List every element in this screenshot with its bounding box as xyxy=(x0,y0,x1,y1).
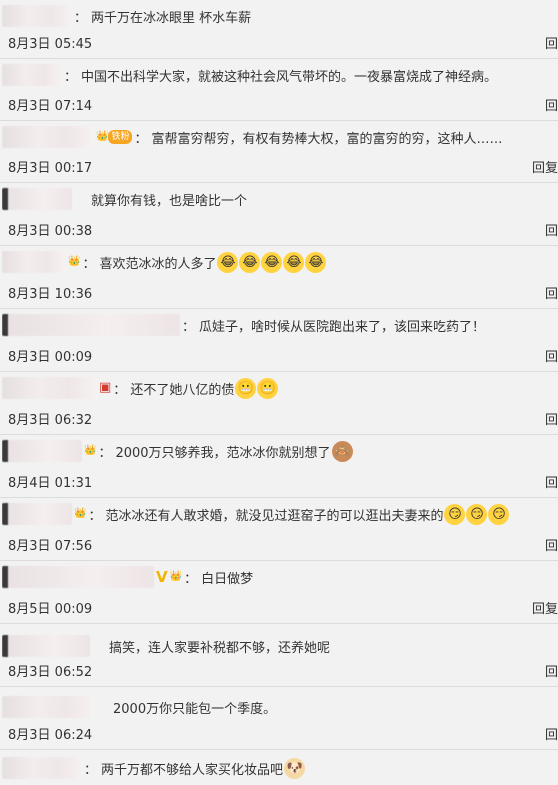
crown-icon: 👑 xyxy=(74,508,87,519)
comment-text: 两千万都不够给人家买化妆品吧 xyxy=(101,762,284,778)
smirk-icon: 😏 xyxy=(488,503,510,525)
comment-item: 👑 ： 范冰冰还有人敢求婚，就没见过逛窑子的可以逛出夫妻来的 😏 😏 😏 8月3… xyxy=(0,498,558,561)
reply-button[interactable]: 回 xyxy=(545,409,558,428)
doge-icon: 🐶 xyxy=(284,757,306,779)
grimace-icon: 😬 xyxy=(257,377,279,399)
avatar[interactable] xyxy=(2,64,62,86)
reply-button[interactable]: 回 xyxy=(545,283,558,302)
comment-text: 范冰冰还有人敢求婚，就没见过逛窑子的可以逛出夫妻来的 xyxy=(105,508,444,524)
comment-item: ： 2000万你只能包一个季度。 8月3日 06:24 回 xyxy=(0,687,558,750)
comment-text: 2000万只够养我，范冰冰你就别想了 xyxy=(115,445,331,461)
comment-item: ▣ ： 还不了她八亿的债 😬 😬 8月3日 06:32 回 xyxy=(0,372,558,435)
reply-button[interactable]: 回 xyxy=(545,472,558,491)
comment-text: 中国不出科学大家，就被这种社会风气带坏的。一夜暴富烧成了神经病。 xyxy=(81,69,498,85)
laugh-cry-icon: 😂 xyxy=(217,251,239,273)
smirk-icon: 😏 xyxy=(466,503,488,525)
comment-item: V 👑 ： 白日做梦 8月5日 00:09 回复 xyxy=(0,561,558,624)
avatar[interactable] xyxy=(2,503,72,525)
laugh-cry-icon: 😂 xyxy=(283,251,305,273)
comment-item: ： 两千万都不够给人家买化妆品吧 🐶 xyxy=(0,750,558,785)
crown-icon: 👑 xyxy=(84,445,97,456)
comment-text: 2000万你只能包一个季度。 xyxy=(113,701,277,717)
comment-time: 8月3日 06:32 xyxy=(8,413,93,428)
comment-text: 搞笑，连人家要补税都不够，还养她呢 xyxy=(109,640,331,656)
avatar[interactable] xyxy=(2,5,72,27)
reply-button[interactable]: 回 xyxy=(545,661,558,680)
comment-item: 👑 ： 喜欢范冰冰的人多了 😂 😂 😂 😂 😂 8月3日 10:36 回 xyxy=(0,246,558,309)
comment-text: 就算你有钱，也是啥比一个 xyxy=(91,193,248,209)
reply-button[interactable]: 回 xyxy=(545,724,558,743)
comment-time: 8月3日 06:24 xyxy=(8,728,93,743)
reply-button[interactable]: 回 xyxy=(545,220,558,239)
grimace-icon: 😬 xyxy=(235,377,257,399)
comment-item: ： 两千万在冰冰眼里 杯水车薪 8月3日 05:45 回 xyxy=(0,0,558,59)
reply-button[interactable]: 回 xyxy=(545,535,558,554)
avatar[interactable] xyxy=(2,696,94,718)
comment-item: ： 就算你有钱，也是啥比一个 8月3日 00:38 回 xyxy=(0,183,558,246)
monkey-icon: 🙈 xyxy=(331,440,353,462)
comment-item: 👑 ： 2000万只够养我，范冰冰你就别想了 🙈 8月4日 01:31 回 xyxy=(0,435,558,498)
comment-text: 两千万在冰冰眼里 杯水车薪 xyxy=(91,10,252,26)
smirk-icon: 😏 xyxy=(444,503,466,525)
laugh-cry-icon: 😂 xyxy=(261,251,283,273)
laugh-cry-icon: 😂 xyxy=(239,251,261,273)
comment-time: 8月3日 06:52 xyxy=(8,665,93,680)
reply-button[interactable]: 回 xyxy=(545,95,558,114)
verified-icon: V xyxy=(156,568,168,586)
laugh-cry-icon: 😂 xyxy=(305,251,327,273)
avatar[interactable] xyxy=(2,440,82,462)
comment-text: 白日做梦 xyxy=(201,571,254,587)
comment-item: 👑 铁粉 ： 富帮富穷帮穷，有权有势棒大权，富的富穷的穷，这种人…… 8月3日 … xyxy=(0,121,558,183)
comment-item: ： 搞笑，连人家要补税都不够，还养她呢 8月3日 06:52 回 xyxy=(0,624,558,687)
reply-button[interactable]: 回复 xyxy=(532,157,558,176)
comment-item: ： 中国不出科学大家，就被这种社会风气带坏的。一夜暴富烧成了神经病。 8月3日 … xyxy=(0,59,558,121)
avatar[interactable] xyxy=(2,188,72,210)
comment-text: 富帮富穷帮穷，有权有势棒大权，富的富穷的穷，这种人…… xyxy=(151,131,503,147)
avatar[interactable] xyxy=(2,377,97,399)
crown-icon: 👑 xyxy=(169,571,183,582)
comment-text: 还不了她八亿的债 xyxy=(130,382,235,398)
comment-time: 8月3日 07:14 xyxy=(8,99,93,114)
reply-button[interactable]: 回复 xyxy=(532,598,558,617)
comment-time: 8月3日 00:38 xyxy=(8,224,93,239)
comment-time: 8月3日 05:45 xyxy=(8,37,93,52)
reply-button[interactable]: 回 xyxy=(545,346,558,365)
comment-time: 8月3日 00:17 xyxy=(8,161,93,176)
comment-item: ： 瓜娃子，啥时候从医院跑出来了，该回来吃药了！ 8月3日 00:09 回 xyxy=(0,309,558,372)
avatar[interactable] xyxy=(2,314,180,336)
avatar[interactable] xyxy=(2,251,66,273)
avatar[interactable] xyxy=(2,126,94,148)
comment-list: ： 两千万在冰冰眼里 杯水车薪 8月3日 05:45 回 ： 中国不出科学大家，… xyxy=(0,0,558,785)
avatar[interactable] xyxy=(2,566,154,588)
crown-icon: 👑 xyxy=(68,256,81,267)
comment-time: 8月3日 10:36 xyxy=(8,287,93,302)
comment-time: 8月3日 00:09 xyxy=(8,350,93,365)
comment-text: 喜欢范冰冰的人多了 xyxy=(99,256,217,272)
crown-icon: 👑 xyxy=(96,131,109,142)
fan-badge: 铁粉 xyxy=(108,130,133,144)
reply-button[interactable]: 回 xyxy=(545,33,558,52)
comment-time: 8月3日 07:56 xyxy=(8,539,93,554)
comment-text: 瓜娃子，啥时候从医院跑出来了，该回来吃药了！ xyxy=(199,319,486,335)
avatar[interactable] xyxy=(2,635,90,657)
comment-time: 8月5日 00:09 xyxy=(8,602,93,617)
level-icon: ▣ xyxy=(99,380,112,395)
comment-time: 8月4日 01:31 xyxy=(8,476,93,491)
avatar[interactable] xyxy=(2,757,82,779)
